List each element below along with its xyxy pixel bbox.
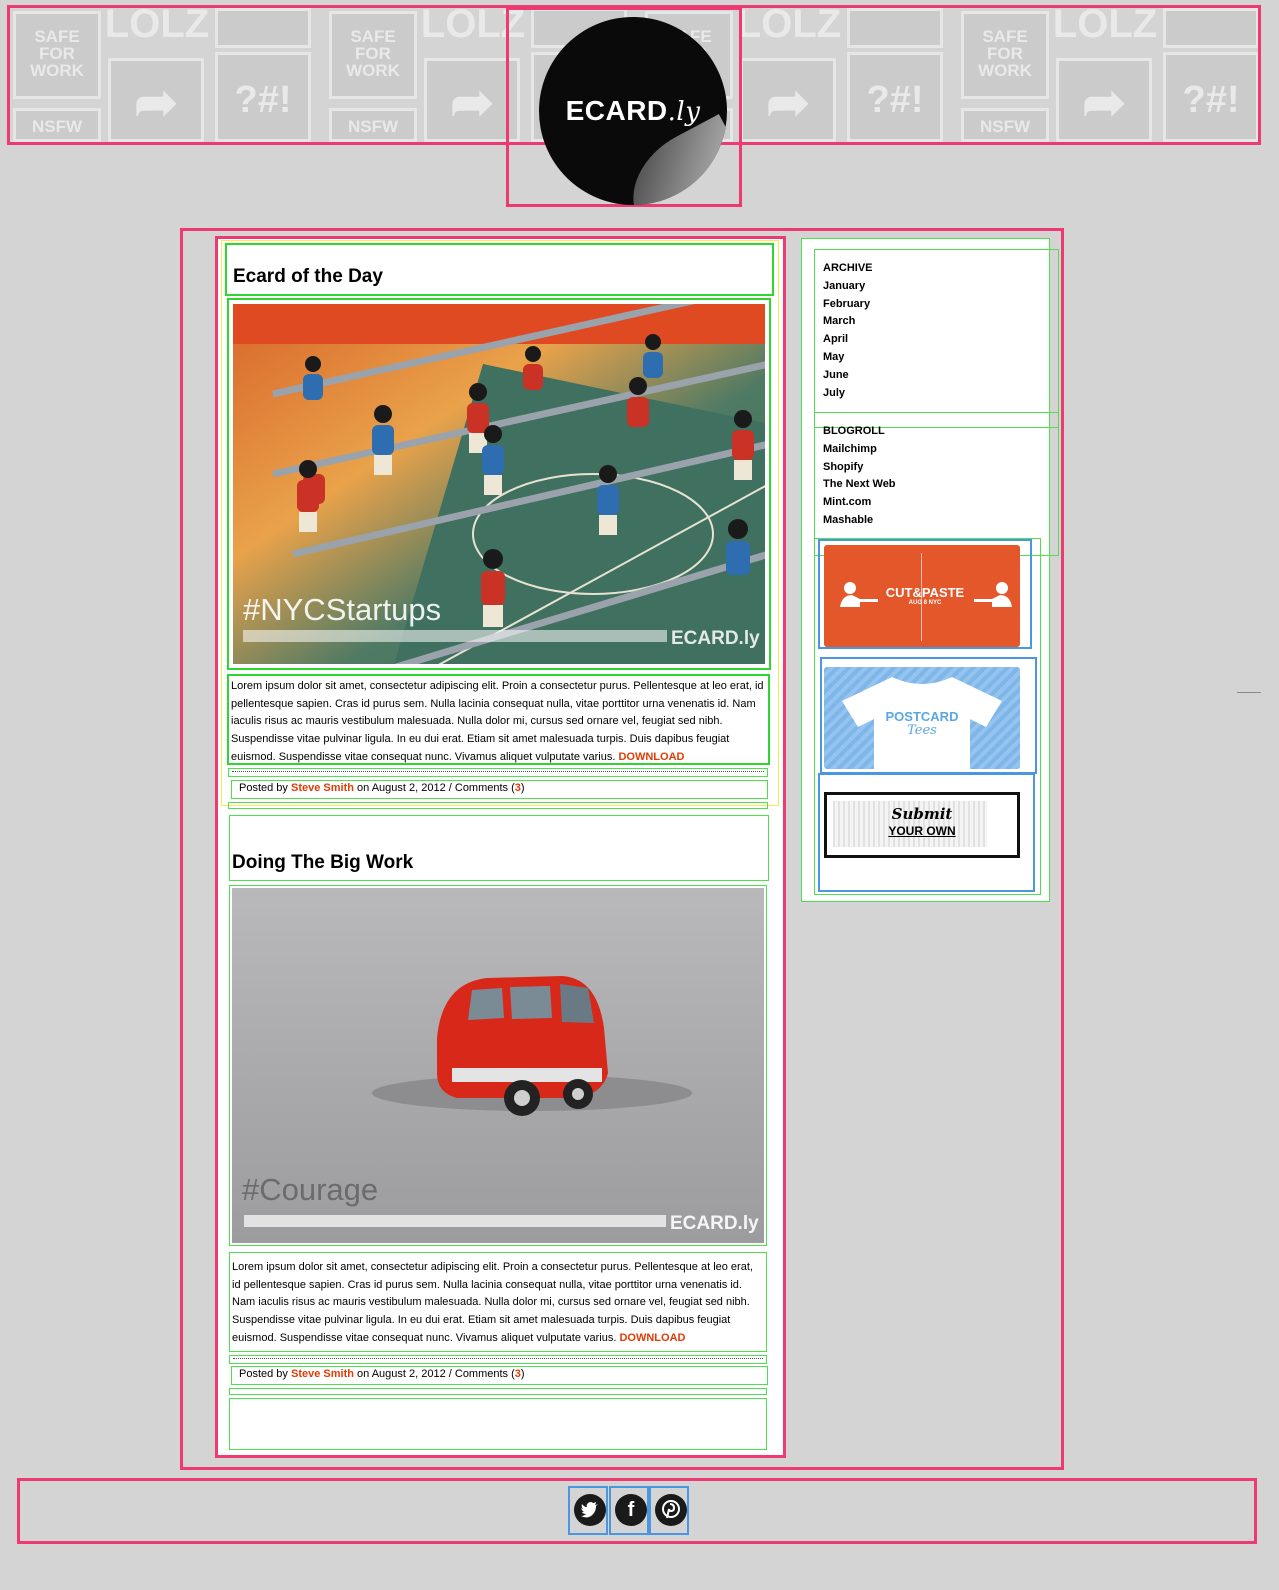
safe-for-work-badge: SAFEFORWORK [961, 11, 1049, 99]
submit-banner: Submit YOUR OWN [824, 792, 1020, 858]
image-hashtag-text: #Courage [242, 1172, 378, 1207]
ad-cut-paste[interactable]: CUT&PASTE AUG 8 NYC [818, 539, 1032, 649]
lolz-badge: LOLZ [1052, 5, 1158, 46]
image-watermark-text: ECARD.ly [671, 628, 760, 649]
blogroll-link[interactable]: Mashable [823, 512, 1050, 530]
postcard-sub: Tees [907, 723, 937, 738]
blank-badge [1163, 8, 1258, 48]
archive-widget: ARCHIVE January February March April May June… [814, 249, 1059, 428]
blogroll-link[interactable]: Shopify [823, 459, 1050, 477]
ecard-logo: ECARD.ly [539, 17, 727, 205]
post-3-placeholder [229, 1398, 767, 1450]
post-2-divider [229, 1388, 767, 1395]
download-link[interactable]: DOWNLOAD [618, 751, 684, 763]
author-link[interactable]: Steve Smith [291, 1368, 354, 1380]
blank-badge [215, 8, 311, 48]
archive-month-link[interactable]: March [823, 313, 1050, 331]
blogroll-widget: BLOGROLL Mailchimp Shopify The Next Web Min… [814, 412, 1059, 556]
facebook-button[interactable]: f [609, 1486, 649, 1535]
post-2-byline-box: Posted by Steve Smith on August 2, 2012 … [231, 1366, 768, 1385]
image-watermark-text: ECARD.ly [670, 1213, 759, 1234]
pinterest-icon [655, 1494, 687, 1526]
submit-sub: YOUR OWN [888, 824, 956, 838]
archive-month-link[interactable]: February [823, 296, 1050, 314]
ad-postcard-tees[interactable]: POSTCARD Tees [820, 657, 1037, 774]
post-1-image[interactable]: #NYCStartups ECARD.ly [233, 304, 765, 664]
post-1-separator [228, 768, 768, 777]
sticker-curl-icon [612, 114, 727, 205]
pattern-tile: SAFEFORWORKLOLZ ➦?#! NSFW [958, 5, 1258, 142]
pattern-tile: SAFEFORWORKLOLZ ➦?#! NSFW [10, 8, 326, 142]
post-1-divider [228, 802, 768, 809]
download-link[interactable]: DOWNLOAD [619, 1332, 685, 1344]
postcard-tees-banner: POSTCARD Tees [824, 667, 1020, 769]
cut-paste-title: CUT&PASTE [885, 585, 965, 600]
blogroll-link[interactable]: Mailchimp [823, 441, 1050, 459]
submit-title: Submit [891, 805, 953, 823]
lolz-badge: LOLZ [104, 5, 210, 46]
archive-month-link[interactable]: July [823, 385, 1050, 403]
archive-month-link[interactable]: April [823, 331, 1050, 349]
foosball-photo: #NYCStartups ECARD.ly [233, 304, 765, 664]
cut-paste-banner: CUT&PASTE AUG 8 NYC [824, 545, 1020, 647]
share-icon: ➦ [740, 58, 836, 142]
logo-text: ECARD.ly [565, 95, 701, 127]
ad-submit-your-own[interactable]: Submit YOUR OWN [818, 773, 1035, 892]
blogroll-link[interactable]: The Next Web [823, 476, 1050, 494]
share-icon: ➦ [1056, 58, 1152, 142]
red-car-photo: #Courage ECARD.ly [232, 888, 764, 1243]
safe-for-work-badge: SAFEFORWORK [329, 11, 417, 99]
author-link[interactable]: Steve Smith [291, 782, 354, 794]
symbols-badge: ?#! [1163, 52, 1258, 142]
archive-month-link[interactable]: May [823, 349, 1050, 367]
postcard-title: POSTCARD [885, 709, 959, 724]
archive-heading: ARCHIVE [823, 262, 873, 274]
archive-month-link[interactable]: June [823, 367, 1050, 385]
twitter-icon [574, 1494, 606, 1526]
post-1-body-box: Lorem ipsum dolor sit amet, consectetur … [227, 674, 770, 765]
symbols-badge: ?#! [847, 52, 943, 142]
nsfw-badge: NSFW [961, 108, 1049, 142]
archive-list: January February March April May June July [823, 278, 1050, 403]
post-2-body-box: Lorem ipsum dolor sit amet, consectetur … [229, 1252, 767, 1352]
post-title[interactable]: Doing The Big Work [232, 852, 413, 874]
facebook-icon: f [615, 1494, 647, 1526]
post-body: Lorem ipsum dolor sit amet, consectetur … [232, 1261, 753, 1344]
post-byline: Posted by Steve Smith on August 2, 2012 … [239, 1368, 525, 1380]
post-2-title-box: Doing The Big Work [229, 815, 769, 881]
lolz-badge: LOLZ [736, 5, 842, 46]
blank-badge [847, 8, 943, 48]
post-byline: Posted by Steve Smith on August 2, 2012 … [239, 782, 525, 794]
post-body: Lorem ipsum dolor sit amet, consectetur … [231, 680, 764, 763]
logo-link[interactable]: ECARD.ly [506, 7, 742, 207]
blogroll-heading: BLOGROLL [823, 425, 885, 437]
archive-month-link[interactable]: January [823, 278, 1050, 296]
image-hashtag-text: #NYCStartups [243, 592, 441, 627]
post-1-image-box[interactable]: #NYCStartups ECARD.ly [227, 298, 771, 670]
post-title[interactable]: Ecard of the Day [233, 266, 383, 288]
cut-paste-date: AUG 8 NYC [908, 600, 942, 606]
person-at-desk-icon [974, 582, 1012, 607]
symbols-badge: ?#! [215, 52, 311, 142]
post-2-image-box[interactable]: #Courage ECARD.ly [229, 885, 767, 1246]
person-at-desk-icon [840, 582, 878, 607]
post-2-separator [229, 1355, 767, 1364]
post-1-title-box: Ecard of the Day [225, 243, 774, 296]
pinterest-button[interactable] [649, 1486, 689, 1535]
safe-for-work-badge: SAFEFORWORK [13, 11, 101, 99]
nsfw-badge: NSFW [13, 108, 101, 142]
blogroll-list: Mailchimp Shopify The Next Web Mint.com Mash… [823, 441, 1050, 530]
twitter-button[interactable] [568, 1486, 608, 1535]
share-icon: ➦ [108, 58, 204, 142]
divider-line [1237, 692, 1261, 693]
blogroll-link[interactable]: Mint.com [823, 494, 1050, 512]
post-1-byline-box: Posted by Steve Smith on August 2, 2012 … [231, 780, 768, 799]
nsfw-badge: NSFW [329, 108, 417, 142]
post-2-image[interactable]: #Courage ECARD.ly [232, 888, 764, 1243]
